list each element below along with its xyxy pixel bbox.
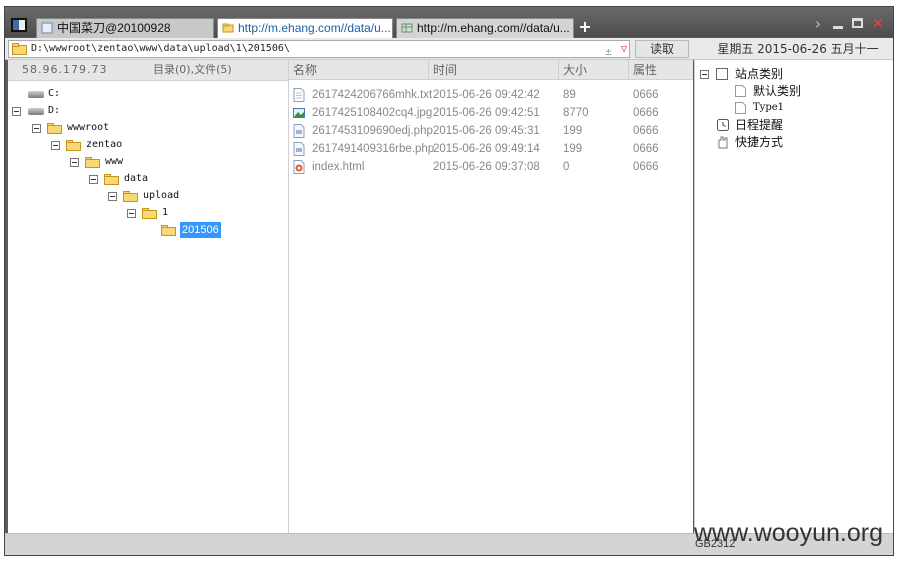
clock-icon bbox=[717, 119, 729, 131]
app-menu-icon[interactable] bbox=[11, 18, 29, 34]
collapse-icon[interactable] bbox=[51, 141, 60, 150]
grid-icon bbox=[401, 23, 413, 33]
tab-file-manager[interactable]: http://m.ehang.com//data/u... bbox=[217, 18, 393, 38]
column-name[interactable]: 名称 bbox=[289, 60, 429, 80]
tab-database[interactable]: http://m.ehang.com//data/u... bbox=[396, 18, 574, 38]
path-input[interactable]: D:\wwwroot\zentao\www\data\upload\1\2015… bbox=[8, 40, 630, 58]
tab-home[interactable]: 中国菜刀@20100928 bbox=[36, 18, 214, 38]
address-bar: D:\wwwroot\zentao\www\data\upload\1\2015… bbox=[5, 38, 893, 60]
folder-open-icon bbox=[161, 225, 177, 237]
collapse-icon[interactable] bbox=[12, 107, 21, 116]
html-file-icon bbox=[293, 160, 305, 174]
folder-icon bbox=[66, 140, 82, 152]
maximize-button[interactable] bbox=[851, 16, 865, 32]
collapse-icon[interactable] bbox=[108, 192, 117, 201]
file-list-pane: 名称 时间 大小 属性 2617424206766mhk.txt 2015-06… bbox=[289, 60, 693, 533]
php-file-icon bbox=[293, 124, 305, 138]
file-row[interactable]: 2617425108402cq4.jpg 2015-06-26 09:42:51… bbox=[289, 104, 693, 122]
txt-file-icon bbox=[293, 88, 305, 102]
selected-folder-label: 201506 bbox=[180, 222, 221, 238]
page-icon bbox=[735, 85, 746, 97]
folder-icon bbox=[142, 208, 158, 220]
tree-header: 58.96.179.73 目录(0),文件(5) bbox=[8, 60, 288, 81]
plus-minus-icon[interactable]: ± bbox=[605, 44, 612, 57]
folder-icon bbox=[12, 43, 27, 55]
checkbox-icon[interactable] bbox=[716, 68, 728, 80]
folder-icon bbox=[104, 174, 120, 186]
page-icon bbox=[41, 22, 53, 34]
tab-label: http://m.ehang.com//data/u... bbox=[417, 21, 570, 35]
column-time[interactable]: 时间 bbox=[429, 60, 559, 80]
hand-icon bbox=[718, 136, 728, 149]
server-ip: 58.96.179.73 bbox=[22, 63, 108, 76]
drive-icon bbox=[28, 108, 44, 115]
app-window: 中国菜刀@20100928 http://m.ehang.com//data/u… bbox=[4, 6, 894, 556]
tab-label: http://m.ehang.com//data/u... bbox=[238, 21, 391, 35]
watermark: www.wooyun.org bbox=[694, 519, 883, 547]
read-button[interactable]: 读取 bbox=[635, 40, 689, 58]
collapse-icon[interactable] bbox=[89, 175, 98, 184]
drive-icon bbox=[28, 91, 44, 98]
site-panel: 站点类别 默认类别 Type1 日程提醒 快捷方式 bbox=[694, 60, 893, 533]
path-text: D:\wwwroot\zentao\www\data\upload\1\2015… bbox=[31, 43, 290, 54]
title-bar: 中国菜刀@20100928 http://m.ehang.com//data/u… bbox=[5, 7, 893, 38]
collapse-icon[interactable] bbox=[700, 70, 709, 79]
folder-icon bbox=[85, 157, 101, 169]
collapse-icon[interactable] bbox=[127, 209, 136, 218]
folder-icon bbox=[123, 191, 139, 203]
php-file-icon bbox=[293, 142, 305, 156]
chevron-right-icon[interactable]: › bbox=[811, 16, 825, 32]
file-row[interactable]: 2617491409316rbe.php 2015-06-26 09:49:14… bbox=[289, 140, 693, 158]
folder-icon bbox=[222, 23, 234, 33]
column-attr[interactable]: 属性 bbox=[629, 60, 693, 80]
folder-icon bbox=[47, 123, 63, 135]
date-display: 星期五 2015-06-26 五月十一 bbox=[717, 42, 879, 56]
column-size[interactable]: 大小 bbox=[559, 60, 629, 80]
dir-file-count: 目录(0),文件(5) bbox=[153, 63, 232, 76]
collapse-icon[interactable] bbox=[32, 124, 41, 133]
file-row[interactable]: 2617424206766mhk.txt 2015-06-26 09:42:42… bbox=[289, 86, 693, 104]
file-row[interactable]: index.html 2015-06-26 09:37:08 0 0666 bbox=[289, 158, 693, 176]
image-file-icon bbox=[293, 108, 305, 118]
directory-tree-pane: 58.96.179.73 目录(0),文件(5) C: D: wwwroot z… bbox=[8, 60, 289, 533]
page-icon bbox=[735, 102, 746, 114]
minimize-button[interactable] bbox=[833, 16, 845, 32]
close-icon[interactable]: ✕ bbox=[871, 16, 885, 32]
chevron-down-icon[interactable]: ▽ bbox=[621, 42, 627, 57]
collapse-icon[interactable] bbox=[70, 158, 79, 167]
new-tab-button[interactable]: + bbox=[578, 18, 592, 36]
tab-label: 中国菜刀@20100928 bbox=[57, 21, 171, 35]
file-row[interactable]: 2617453109690edj.php 2015-06-26 09:45:31… bbox=[289, 122, 693, 140]
